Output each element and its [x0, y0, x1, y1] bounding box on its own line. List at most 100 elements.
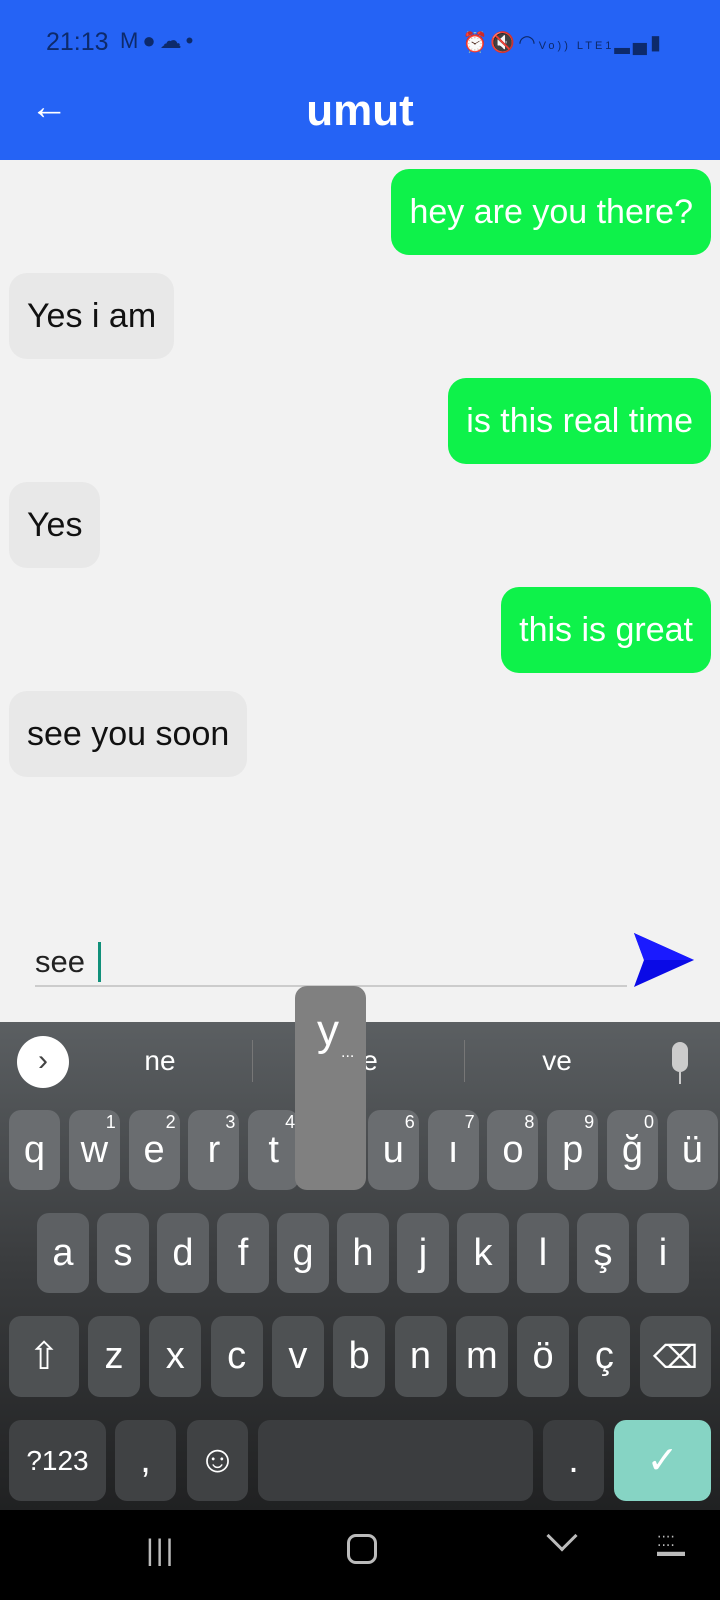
home-button[interactable]: [347, 1534, 377, 1564]
key-a[interactable]: a: [37, 1213, 89, 1293]
key-label: c: [227, 1335, 247, 1377]
key-label: v: [288, 1335, 308, 1377]
key-x[interactable]: x: [149, 1316, 202, 1397]
key-ş[interactable]: ş: [577, 1213, 629, 1293]
outgoing-message: hey are you there?: [391, 169, 711, 255]
key-label: k: [473, 1231, 493, 1274]
key-hint: 3: [225, 1112, 236, 1132]
key-q[interactable]: q: [9, 1110, 60, 1190]
key-p[interactable]: p9: [547, 1110, 599, 1190]
key-r[interactable]: r3: [188, 1110, 240, 1190]
key-i[interactable]: i: [637, 1213, 689, 1293]
key-hint: 7: [464, 1112, 475, 1132]
key-label: ö: [532, 1335, 554, 1377]
key-ç[interactable]: ç: [578, 1316, 631, 1397]
key-ü[interactable]: ü: [666, 1110, 718, 1190]
key-label: ı: [447, 1128, 459, 1171]
key-w[interactable]: w1: [68, 1110, 120, 1190]
period-key[interactable]: .: [543, 1420, 604, 1501]
key-label: x: [165, 1335, 185, 1377]
key-v[interactable]: v: [271, 1316, 324, 1397]
key-label: .: [568, 1439, 579, 1481]
key-label: ü: [681, 1128, 703, 1171]
key-c[interactable]: c: [210, 1316, 263, 1397]
key-label: a: [52, 1231, 74, 1274]
mute-icon: 🔇: [490, 32, 519, 54]
key-label: ?123: [26, 1444, 89, 1476]
symbols-key[interactable]: ?123: [9, 1420, 106, 1501]
key-label: t: [268, 1128, 279, 1171]
key-label: l: [538, 1231, 548, 1274]
key-h[interactable]: h: [337, 1213, 389, 1293]
key-e[interactable]: e2: [128, 1110, 180, 1190]
cloud-icon: ☁: [159, 28, 186, 53]
key-hint: 8: [524, 1112, 535, 1132]
key-label: g: [292, 1231, 314, 1274]
key-g[interactable]: g: [277, 1213, 329, 1293]
check-icon: ✓: [646, 1440, 679, 1482]
suggestion[interactable]: ne: [85, 1045, 235, 1077]
recent-apps-button[interactable]: |||: [146, 1534, 175, 1568]
comma-key[interactable]: ,: [115, 1420, 176, 1501]
emoji-key[interactable]: ☺: [187, 1420, 248, 1501]
enter-key[interactable]: ✓: [614, 1420, 711, 1501]
app-icon: ●: [142, 28, 160, 53]
backspace-icon: ⌫: [652, 1338, 699, 1375]
key-ı[interactable]: ı7: [427, 1110, 479, 1190]
key-label: z: [104, 1335, 124, 1377]
key-label: m: [465, 1335, 498, 1377]
popup-more: ...: [341, 1044, 355, 1061]
key-ğ[interactable]: ğ0: [607, 1110, 658, 1190]
key-d[interactable]: d: [157, 1213, 209, 1293]
key-n[interactable]: n: [394, 1316, 447, 1397]
key-label: o: [502, 1128, 524, 1171]
lte-icon: Vo)) LTE1: [538, 40, 615, 52]
app-bar: [0, 0, 720, 160]
key-u[interactable]: u6: [367, 1110, 419, 1190]
send-button[interactable]: [634, 933, 694, 987]
incoming-message: Yes i am: [9, 273, 175, 359]
keyboard-switch-icon[interactable]: ⁚⁚⁚⁚ ▬▬: [657, 1534, 685, 1558]
key-label: ,: [140, 1439, 151, 1481]
message-input[interactable]: see: [35, 944, 85, 980]
key-label: f: [237, 1231, 249, 1274]
suggestion[interactable]: ve: [482, 1045, 632, 1077]
space-key[interactable]: [258, 1420, 533, 1501]
suggestions-expand-button[interactable]: ›: [17, 1036, 69, 1088]
key-o[interactable]: o8: [487, 1110, 539, 1190]
key-f[interactable]: f: [217, 1213, 269, 1293]
backspace-key[interactable]: ⌫: [640, 1316, 711, 1397]
key-ö[interactable]: ö: [517, 1316, 570, 1397]
key-z[interactable]: z: [88, 1316, 140, 1397]
key-k[interactable]: k: [457, 1213, 509, 1293]
microphone-icon[interactable]: [672, 1042, 688, 1072]
status-time: 21:13: [46, 28, 109, 56]
emoji-icon: ☺: [198, 1439, 237, 1481]
key-preview-popup[interactable]: y...: [295, 986, 366, 1190]
dot-icon: •: [185, 28, 198, 53]
divider: [252, 1040, 253, 1082]
key-label: d: [172, 1231, 194, 1274]
key-label: s: [113, 1231, 133, 1274]
signal-icon: ▂▄: [614, 32, 650, 54]
status-notification-icons: M●☁•: [120, 28, 197, 54]
microphone-stand: [679, 1072, 681, 1084]
key-label: p: [562, 1128, 584, 1171]
key-l[interactable]: l: [517, 1213, 569, 1293]
popup-key: y: [317, 1006, 339, 1055]
key-t[interactable]: t4: [248, 1110, 300, 1190]
key-b[interactable]: b: [333, 1316, 386, 1397]
key-s[interactable]: s: [97, 1213, 149, 1293]
chat-title: umut: [306, 86, 414, 135]
key-m[interactable]: m: [455, 1316, 508, 1397]
outgoing-message: this is great: [501, 587, 711, 673]
status-system-icons: ⏰🔇◠Vo)) LTE1▂▄▮: [462, 30, 664, 55]
key-label: w: [80, 1128, 109, 1171]
shift-key[interactable]: ⇧: [9, 1316, 79, 1397]
wifi-icon: ◠: [518, 32, 539, 54]
key-label: e: [143, 1128, 165, 1171]
gmail-icon: M: [120, 28, 143, 53]
key-hint: 2: [165, 1112, 176, 1132]
key-label: u: [382, 1128, 404, 1171]
key-j[interactable]: j: [397, 1213, 449, 1293]
